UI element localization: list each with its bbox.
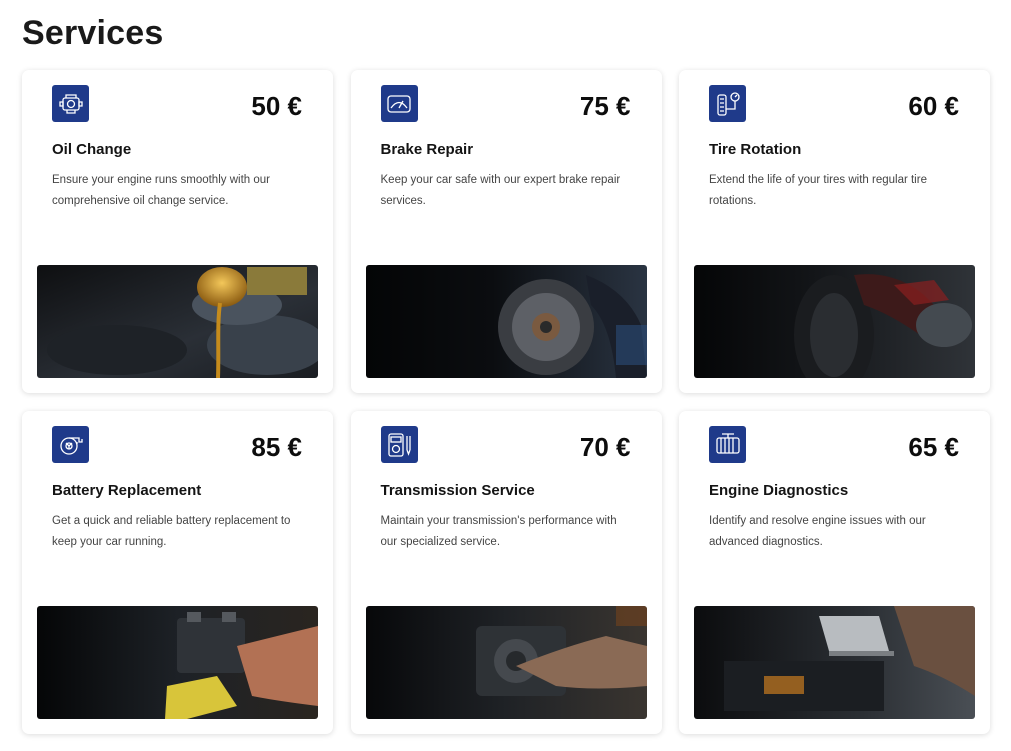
battery-photo [37,606,318,719]
brake-disc-photo [365,265,647,378]
oil-pouring-photo [37,265,318,378]
service-card-tire-rotation[interactable]: 60 € Tire Rotation Extend the life of yo… [679,70,990,393]
radiator-icon [709,426,746,463]
page-title: Services [22,14,164,52]
service-description: Extend the life of your tires with regul… [709,174,927,207]
engine-icon [52,85,89,122]
service-price: 85 € [251,432,302,462]
service-description: Ensure your engine runs smoothly with ou… [52,174,270,207]
service-card-battery-replacement[interactable]: 85 € Battery Replacement Get a quick and… [22,411,333,734]
services-grid: 50 € Oil Change Ensure your engine runs … [22,70,990,734]
service-price: 65 € [908,432,959,462]
service-title: Tire Rotation [709,141,802,158]
service-title: Battery Replacement [52,482,202,499]
service-price: 60 € [908,91,959,121]
service-price: 75 € [579,91,631,121]
service-title: Transmission Service [380,482,535,499]
service-card-brake-repair[interactable]: 75 € Brake Repair Keep your car safe wit… [350,70,662,393]
service-title: Oil Change [52,141,132,158]
tire-photo [694,265,975,378]
service-title: Engine Diagnostics [709,482,849,499]
service-description: Get a quick and reliable battery replace… [52,515,291,548]
service-card-transmission-service[interactable]: 70 € Transmission Service Maintain your … [350,411,662,734]
tire-pressure-icon [709,85,746,122]
service-description: Maintain your transmission's performance… [380,515,617,548]
service-price: 70 € [579,432,631,462]
transmission-photo [365,606,647,719]
service-card-engine-diagnostics[interactable]: 65 € Engine Diagnostics Identify and res… [679,411,990,734]
service-card-oil-change[interactable]: 50 € Oil Change Ensure your engine runs … [22,70,333,393]
service-title: Brake Repair [380,141,474,158]
service-description: Identify and resolve engine issues with … [709,515,926,548]
multimeter-icon [380,426,418,463]
diagnostics-laptop-photo [694,606,975,719]
service-description: Keep your car safe with our expert brake… [380,174,621,207]
service-price: 50 € [251,91,302,121]
turbo-icon [52,426,89,463]
windshield-icon [380,85,418,122]
